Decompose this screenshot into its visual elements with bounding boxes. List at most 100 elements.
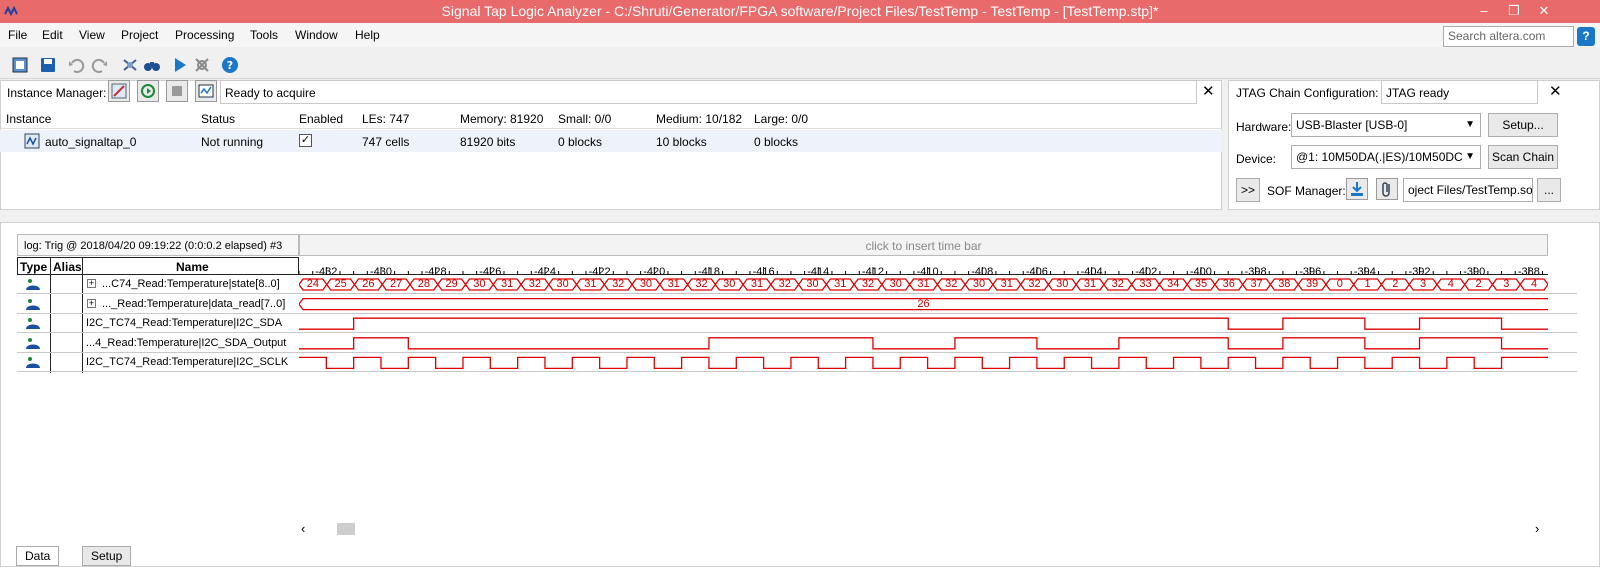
bit-trace [299,317,1548,330]
bus-value: 32 [778,278,791,290]
bit-trace [299,337,1548,350]
help-icon[interactable]: ? [220,55,240,75]
horizontal-scrollbar[interactable]: ‹ › [299,520,1548,538]
attach-icon[interactable] [1376,178,1398,200]
stop-analysis-icon[interactable] [192,55,212,75]
menu-processing[interactable]: Processing [175,28,234,42]
run-analysis-icon[interactable] [137,80,159,102]
stop-icon[interactable] [166,80,188,102]
col-memory[interactable]: Memory: 81920 [460,112,543,126]
tab-data[interactable]: Data [16,546,60,566]
col-les[interactable]: LEs: 747 [362,112,409,126]
help-icon[interactable]: ? [1577,27,1595,46]
bus-value: 24 [306,278,319,290]
menu-edit[interactable]: Edit [42,28,63,42]
autodetect-icon[interactable] [108,80,130,102]
tab-setup-label: Setup [91,549,123,563]
close-jtag-icon[interactable]: ✕ [1549,84,1562,99]
undo-icon[interactable] [66,55,86,75]
col-name[interactable]: Name [176,260,209,274]
bus-value: 32 [612,278,625,290]
setup-button[interactable]: Setup... [1488,113,1558,137]
chevron-down-icon: ▼ [1465,119,1475,130]
signal-node-icon [24,297,42,313]
close-instance-manager-icon[interactable]: ✕ [1202,84,1215,99]
menu-project[interactable]: Project [121,28,158,42]
bus-value: 30 [972,278,986,290]
signal-name: I2C_TC74_Read:Temperature|I2C_SDA [86,317,283,330]
signal-name: ...4_Read:Temperature|I2C_SDA_Output [86,336,287,349]
instance-name: auto_signaltap_0 [45,135,137,149]
menu-file[interactable]: File [8,28,27,42]
col-instance[interactable]: Instance [6,112,51,126]
bus-value: 32 [695,278,708,290]
close-window-button[interactable]: ✕ [1529,0,1559,23]
bus-value: 32 [861,278,875,290]
tab-setup[interactable]: Setup [82,546,132,566]
expand-icon[interactable]: + [87,298,96,308]
read-data-icon[interactable] [195,80,217,102]
scan-chain-button[interactable]: Scan Chain [1488,145,1558,169]
menu-help[interactable]: Help [355,28,380,42]
col-large[interactable]: Large: 0/0 [754,112,808,126]
search-input[interactable]: Search altera.com [1443,26,1574,47]
bus-value: 36 [1222,278,1235,290]
device-value: @1: 10M50DA(.|ES)/10M50DC [1296,150,1463,164]
signal-node-icon [24,336,42,352]
bus-value: 30 [1056,278,1069,290]
sof-file-input[interactable]: oject Files/TestTemp.sof [1403,178,1533,202]
instance-medium: 10 blocks [656,135,707,149]
expand-button[interactable]: >> [1236,178,1260,202]
menu-tools[interactable]: Tools [250,28,278,42]
menu-view[interactable]: View [79,28,105,42]
instance-les: 747 cells [362,135,410,149]
bus-value: 30 [639,278,653,290]
bus-value: 26 [917,297,930,310]
col-type[interactable]: Type [20,260,47,274]
jtag-status: JTAG ready [1381,80,1538,104]
scroll-thumb[interactable] [337,523,355,535]
scroll-right-icon[interactable]: › [1535,521,1539,536]
bus-value: 31 [1083,278,1097,290]
signal-name: I2C_TC74_Read:Temperature|I2C_SCLK [86,356,289,369]
instance-memory: 81920 bits [460,135,516,149]
col-status[interactable]: Status [201,112,235,126]
minimize-button[interactable]: – [1469,0,1499,23]
scroll-left-icon[interactable]: ‹ [301,521,305,536]
jtag-label: JTAG Chain Configuration: [1236,86,1379,100]
col-enabled[interactable]: Enabled [299,112,343,126]
col-small[interactable]: Small: 0/0 [558,112,611,126]
bus-value: 2 [1392,278,1399,290]
device-select[interactable]: @1: 10M50DA(.|ES)/10M50DC ▼ [1291,145,1481,169]
col-alias[interactable]: Alias [53,260,82,274]
table-row[interactable] [0,130,1222,152]
bus-value: 30 [889,278,902,290]
bus-value: 2 [1475,278,1482,290]
menu-window[interactable]: Window [295,28,338,42]
program-device-icon[interactable] [1346,178,1368,200]
bus-value: 30 [723,278,736,290]
chevron-down-icon: ▼ [1465,151,1475,162]
time-bar-hint[interactable]: click to insert time bar [299,234,1548,256]
bus-value: 3 [1503,278,1510,290]
chip-icon[interactable] [10,55,30,75]
bus-value: 31 [667,278,680,290]
browse-button[interactable]: ... [1537,178,1561,202]
autorun-icon[interactable] [120,55,140,75]
hardware-label: Hardware: [1236,120,1292,134]
save-icon[interactable] [38,55,58,75]
signal-node-icon [24,316,42,332]
svg-text:?: ? [227,59,233,72]
binoculars-icon[interactable] [142,55,162,75]
bus-value: 39 [1305,278,1319,290]
bus-value: 34 [1167,278,1180,290]
run-icon[interactable] [170,55,190,75]
enabled-checkbox[interactable]: ✓ [299,134,312,147]
col-medium[interactable]: Medium: 10/182 [656,112,742,126]
toolbar [0,51,1600,79]
restore-button[interactable]: ❐ [1499,0,1529,23]
expand-icon[interactable]: + [87,279,96,288]
redo-icon[interactable] [90,55,110,75]
bus-value: 32 [1028,278,1041,290]
hardware-select[interactable]: USB-Blaster [USB-0] ▼ [1291,113,1481,137]
